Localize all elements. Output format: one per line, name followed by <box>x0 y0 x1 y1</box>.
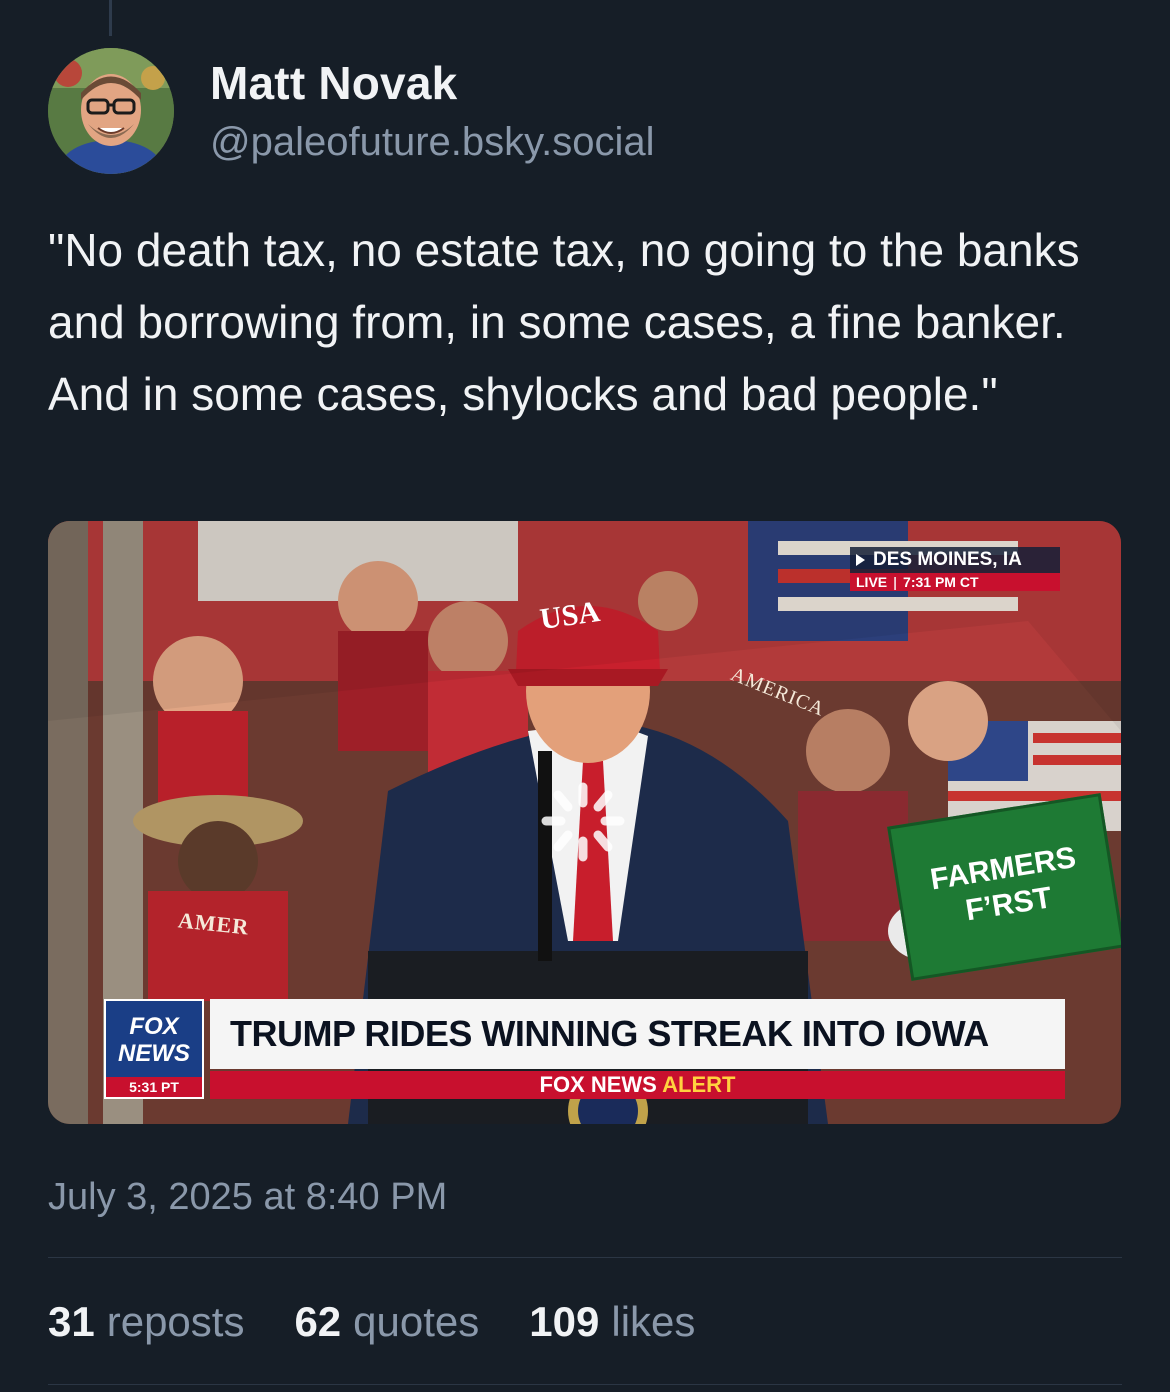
loading-spinner-icon <box>541 782 625 862</box>
network-line-1: FOX <box>129 1013 179 1040</box>
location-line: DES MOINES, IA <box>850 547 1060 573</box>
divider-bottom <box>48 1384 1122 1385</box>
thread-connector-line <box>109 0 112 36</box>
alert-word: ALERT <box>662 1072 736 1097</box>
reposts-label: reposts <box>106 1298 245 1345</box>
divider-top <box>48 1257 1122 1258</box>
reposts-stat[interactable]: 31 reposts <box>48 1298 244 1346</box>
avatar-photo <box>48 48 174 174</box>
likes-count: 109 <box>529 1298 600 1345</box>
reposts-count: 31 <box>48 1298 95 1345</box>
live-separator: | <box>893 574 898 590</box>
alert-prefix: FOX NEWS <box>539 1072 657 1097</box>
news-headline: TRUMP RIDES WINNING STREAK INTO IOWA <box>210 999 1065 1069</box>
post-text: "No death tax, no estate tax, no going t… <box>48 224 1080 420</box>
author-display-name[interactable]: Matt Novak <box>210 56 457 110</box>
location-text: DES MOINES, IA <box>873 549 1022 570</box>
likes-stat[interactable]: 109 likes <box>529 1298 695 1346</box>
play-triangle-icon <box>856 554 865 566</box>
live-label: LIVE <box>856 574 888 590</box>
post-timestamp[interactable]: July 3, 2025 at 8:40 PM <box>48 1176 447 1219</box>
post-video[interactable]: USA AMERICA AMER FARMERS F’RST DES MOINE… <box>48 521 1121 1124</box>
network-time: 5:31 PT <box>106 1077 202 1097</box>
news-alert-bar: FOX NEWS ALERT <box>210 1071 1065 1099</box>
location-overlay: DES MOINES, IA LIVE | 7:31 PM CT <box>850 547 1060 591</box>
network-line-2: NEWS <box>118 1040 190 1067</box>
quotes-stat[interactable]: 62 quotes <box>294 1298 479 1346</box>
quotes-count: 62 <box>294 1298 342 1345</box>
avatar[interactable] <box>48 48 174 174</box>
live-line: LIVE | 7:31 PM CT <box>850 573 1060 591</box>
farmers-first-sign: FARMERS F’RST <box>887 793 1121 981</box>
likes-label: likes <box>611 1298 696 1345</box>
quotes-label: quotes <box>353 1298 480 1345</box>
post-stats: 31 reposts 62 quotes 109 likes <box>48 1298 695 1346</box>
fox-news-logo: FOX NEWS 5:31 PT <box>104 999 204 1099</box>
author-handle[interactable]: @paleofuture.bsky.social <box>210 120 655 165</box>
live-time: 7:31 PM CT <box>903 574 979 590</box>
